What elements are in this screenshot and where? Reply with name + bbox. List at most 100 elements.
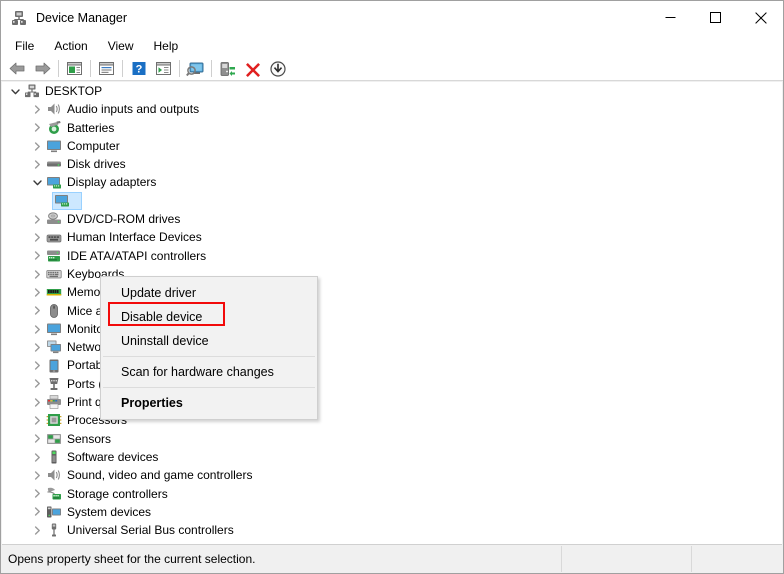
tree-row-sound-video-and-game-controllers[interactable]: Sound, video and game controllers (2, 466, 782, 484)
uninstall-device-icon[interactable] (240, 58, 265, 80)
tree-row-human-interface-devices[interactable]: Human Interface Devices (2, 228, 782, 246)
tree-row-software-devices[interactable]: Software devices (2, 448, 782, 466)
tree-label: Audio inputs and outputs (67, 100, 199, 118)
tree-row-universal-serial-bus-controllers[interactable]: Universal Serial Bus controllers (2, 521, 782, 539)
tree-row-batteries[interactable]: Batteries (2, 119, 782, 137)
toolbar-separator (122, 60, 123, 77)
tree-label: Storage controllers (67, 485, 168, 503)
chevron-right-icon[interactable] (32, 214, 43, 225)
disk-drive-icon (46, 156, 62, 172)
chevron-right-icon[interactable] (32, 104, 43, 115)
keyboard-icon (46, 266, 62, 282)
svg-text:?: ? (135, 64, 142, 76)
chevron-right-icon[interactable] (32, 324, 43, 335)
tree-label: Sound, video and game controllers (67, 466, 252, 484)
disable-device-icon[interactable] (265, 58, 290, 80)
menu-file[interactable]: File (5, 36, 44, 56)
chevron-right-icon[interactable] (32, 159, 43, 170)
status-bar-text: Opens property sheet for the current sel… (8, 552, 255, 566)
menu-action[interactable]: Action (44, 36, 97, 56)
context-menu[interactable]: Update driver Disable device Uninstall d… (100, 276, 318, 420)
tree-row-display-adapter-device[interactable] (2, 192, 782, 210)
tree-row-storage-controllers[interactable]: Storage controllers (2, 485, 782, 503)
chevron-right-icon[interactable] (32, 305, 43, 316)
chevron-down-icon[interactable] (32, 177, 43, 188)
chevron-right-icon[interactable] (32, 378, 43, 389)
menu-help[interactable]: Help (144, 36, 189, 56)
tree-row-dvd-cd-rom-drives[interactable]: DVD/CD-ROM drives (2, 210, 782, 228)
tree-row-system-devices[interactable]: System devices (2, 503, 782, 521)
tree-label: DVD/CD-ROM drives (67, 210, 180, 228)
minimize-button[interactable] (648, 2, 693, 34)
chevron-right-icon[interactable] (32, 141, 43, 152)
properties-icon[interactable] (94, 58, 119, 80)
context-menu-item-properties[interactable]: Properties (101, 391, 317, 415)
toolbar-separator (90, 60, 91, 77)
tree-row-disk-drives[interactable]: Disk drives (2, 155, 782, 173)
help-icon[interactable]: ? (126, 58, 151, 80)
chevron-down-icon[interactable] (10, 86, 21, 97)
mouse-icon (46, 303, 62, 319)
chevron-right-icon[interactable] (32, 415, 43, 426)
context-menu-separator (103, 387, 315, 388)
menu-view[interactable]: View (98, 36, 144, 56)
window-controls (648, 2, 783, 34)
show-hide-console-tree-icon[interactable] (62, 58, 87, 80)
chevron-right-icon[interactable] (32, 525, 43, 536)
context-menu-item-scan-for-hardware-changes[interactable]: Scan for hardware changes (101, 360, 317, 384)
scan-for-hardware-changes-icon[interactable] (183, 58, 208, 80)
back-icon[interactable] (5, 58, 30, 80)
chevron-right-icon[interactable] (32, 269, 43, 280)
tree-label: Human Interface Devices (67, 228, 202, 246)
tree-row-root[interactable]: DESKTOP (2, 82, 782, 100)
tree-row-audio-inputs-and-outputs[interactable]: Audio inputs and outputs (2, 100, 782, 118)
printer-icon (46, 394, 62, 410)
chevron-right-icon[interactable] (32, 122, 43, 133)
network-adapter-icon (46, 339, 62, 355)
toolbar-separator (179, 60, 180, 77)
maximize-button[interactable] (693, 2, 738, 34)
context-menu-item-disable-device[interactable]: Disable device (101, 305, 317, 329)
update-driver-icon[interactable] (215, 58, 240, 80)
port-icon (46, 376, 62, 392)
tree-label: Batteries (67, 119, 114, 137)
tree-row-computer[interactable]: Computer (2, 137, 782, 155)
chevron-right-icon[interactable] (32, 397, 43, 408)
speaker-icon (46, 101, 62, 117)
battery-icon (46, 120, 62, 136)
chevron-right-icon[interactable] (32, 232, 43, 243)
tree-row-sensors[interactable]: Sensors (2, 430, 782, 448)
chevron-right-icon[interactable] (32, 488, 43, 499)
show-hidden-devices-icon[interactable] (151, 58, 176, 80)
forward-icon[interactable] (30, 58, 55, 80)
tree-label: Display adapters (67, 173, 156, 191)
close-button[interactable] (738, 2, 783, 34)
tree-row-ide-ata-atapi-controllers[interactable]: IDE ATA/ATAPI controllers (2, 247, 782, 265)
system-device-icon (46, 504, 62, 520)
chevron-right-icon[interactable] (32, 433, 43, 444)
hid-icon (46, 230, 62, 246)
usb-icon (46, 522, 62, 538)
computer-root-icon (24, 83, 40, 99)
tree-row-display-adapters[interactable]: Display adapters (2, 173, 782, 191)
chevron-right-icon[interactable] (32, 452, 43, 463)
display-adapter-device-icon (54, 193, 70, 209)
monitor-icon (46, 321, 62, 337)
toolbar-separator (58, 60, 59, 77)
monitor-icon (46, 138, 62, 154)
ide-controller-icon (46, 248, 62, 264)
context-menu-item-uninstall-device[interactable]: Uninstall device (101, 329, 317, 353)
chevron-right-icon[interactable] (32, 287, 43, 298)
device-tree[interactable]: DESKTOP Audio inputs and outputs (2, 82, 782, 545)
memory-icon (46, 284, 62, 300)
portable-device-icon (46, 358, 62, 374)
tree-label: Disk drives (67, 155, 126, 173)
context-menu-item-update-driver[interactable]: Update driver (101, 281, 317, 305)
chevron-right-icon[interactable] (32, 250, 43, 261)
chevron-right-icon[interactable] (32, 506, 43, 517)
chevron-right-icon[interactable] (32, 342, 43, 353)
chevron-right-icon[interactable] (32, 470, 43, 481)
chevron-right-icon[interactable] (32, 360, 43, 371)
storage-controller-icon (46, 486, 62, 502)
speaker-icon (46, 467, 62, 483)
